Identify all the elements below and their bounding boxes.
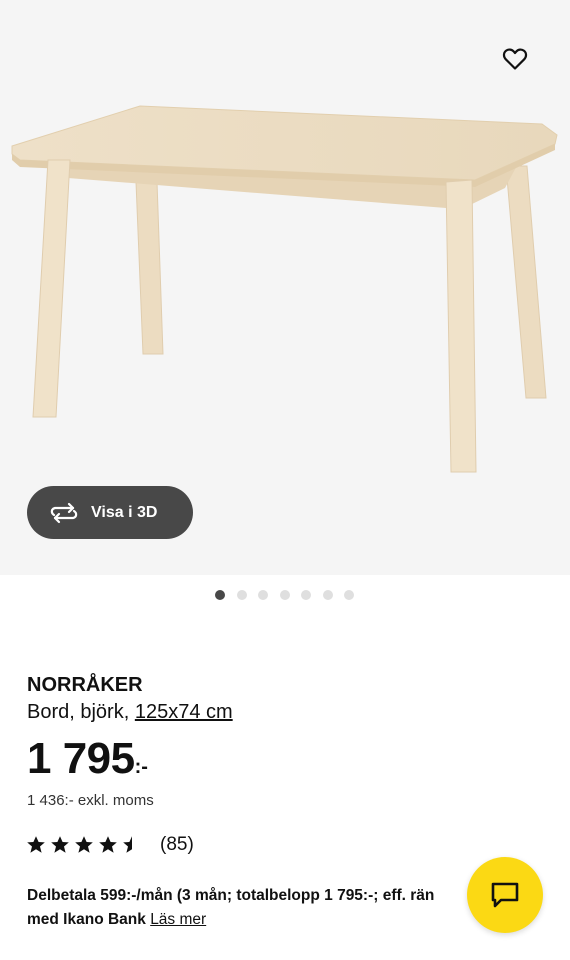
product-rating[interactable]: (85): [26, 834, 194, 856]
product-type: Bord, björk,: [27, 701, 135, 723]
price-integer: 1 795: [27, 734, 135, 783]
price-suffix: :-: [134, 756, 148, 778]
favourite-button[interactable]: [496, 40, 534, 78]
star-icon: [123, 836, 141, 853]
product-description: Bord, björk, 125x74 cm: [27, 701, 233, 724]
product-price: 1 795:-: [27, 734, 148, 784]
product-image-gallery[interactable]: Visa i 3D: [0, 0, 570, 575]
star-icon: [51, 836, 69, 853]
rating-stars: [26, 835, 146, 855]
view-in-3d-label: Visa i 3D: [91, 503, 158, 521]
price-excluding-vat: 1 436:- exkl. moms: [27, 792, 154, 809]
gallery-dot[interactable]: [322, 590, 333, 600]
gallery-pagination: [0, 590, 570, 602]
financing-provider: med Ikano Bank: [27, 911, 146, 928]
gallery-dot[interactable]: [215, 590, 225, 600]
financing-line-2: med Ikano Bank Läs mer: [27, 908, 467, 932]
gallery-dot[interactable]: [258, 590, 268, 600]
financing-line-1: Delbetala 599:-/mån (3 mån; totalbelopp …: [27, 887, 435, 904]
product-name: NORRÅKER: [27, 674, 143, 696]
star-icon: [75, 836, 93, 853]
view-in-3d-button[interactable]: Visa i 3D: [27, 486, 193, 539]
rotate-3d-icon: [50, 502, 78, 523]
rating-count: (85): [160, 834, 194, 855]
gallery-dot[interactable]: [236, 590, 247, 600]
product-size-link[interactable]: 125x74 cm: [135, 701, 233, 723]
financing-info: Delbetala 599:-/mån (3 mån; totalbelopp …: [27, 884, 467, 932]
gallery-dot[interactable]: [301, 590, 311, 600]
gallery-dot[interactable]: [279, 590, 290, 600]
star-icon: [27, 836, 45, 853]
read-more-link[interactable]: Läs mer: [150, 911, 206, 928]
gallery-dot[interactable]: [344, 590, 354, 600]
star-icon: [99, 836, 117, 853]
chat-button[interactable]: [467, 857, 543, 933]
chat-bubble-icon: [491, 882, 519, 908]
heart-outline-icon: [502, 48, 528, 70]
